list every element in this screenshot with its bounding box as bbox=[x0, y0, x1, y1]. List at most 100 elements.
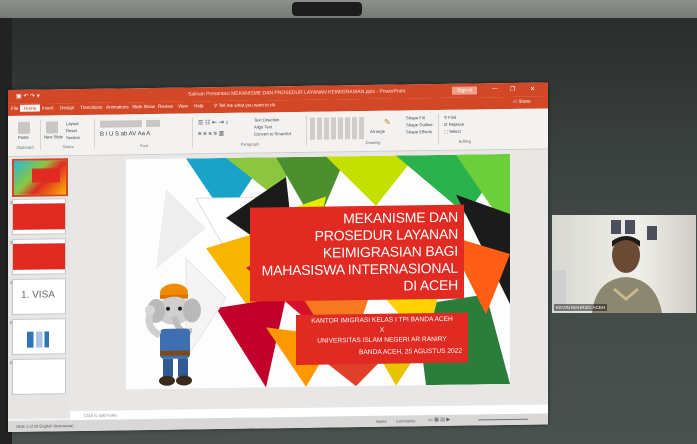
thumbnail-slide-2[interactable]: 2 bbox=[10, 198, 66, 235]
new-slide-icon[interactable] bbox=[46, 121, 58, 134]
shape-fill-button[interactable]: Shape Fill bbox=[406, 115, 425, 120]
thumbnail-image bbox=[13, 243, 65, 270]
select-label: Select bbox=[449, 128, 461, 134]
sign-in-button[interactable]: Sign in bbox=[452, 86, 478, 95]
slide-title-line-4: MAHASISWA INTERNASIONAL bbox=[261, 259, 458, 279]
editing-group: ⚲ Find ⇄ Replace ⬚ Select Editing bbox=[440, 113, 490, 144]
tab-file[interactable]: File bbox=[11, 106, 18, 111]
font-name-box[interactable] bbox=[100, 120, 142, 128]
slide-title-line-3: KEIMIGRASIAN BAGI bbox=[322, 242, 458, 261]
share-label: Share bbox=[518, 98, 531, 104]
quick-access-toolbar[interactable]: ▣ ↶ ↷ ▾ bbox=[16, 93, 40, 100]
drawing-group-label: Drawing bbox=[365, 139, 381, 146]
quick-styles-icon[interactable]: ✎ bbox=[384, 118, 391, 127]
font-group: B I U S ab AV Aa A Font bbox=[96, 117, 193, 149]
tab-help[interactable]: Help bbox=[194, 103, 203, 108]
thumbnail-title-box bbox=[32, 168, 60, 183]
align-text-button[interactable]: Align Text bbox=[254, 124, 272, 129]
font-format-buttons[interactable]: B I U S ab AV Aa A bbox=[100, 131, 150, 138]
subtitle-line-3: UNIVERSITAS ISLAM NEGERI AR RANIRY bbox=[317, 335, 447, 345]
layout-button[interactable]: Layout bbox=[66, 121, 79, 126]
paragraph-group: ☰ ☷ ⇤ ⇥ ↕ ≡ ≡ ≡ ≡ ▥ Text Direction Align… bbox=[194, 115, 307, 148]
view-buttons[interactable]: ▭ ▦ ▤ ▶ bbox=[428, 417, 450, 423]
thumbnail-number: 2 bbox=[10, 199, 13, 205]
find-label: Find bbox=[448, 114, 457, 120]
tab-review[interactable]: Review bbox=[158, 104, 173, 109]
tab-slide-show[interactable]: Slide Show bbox=[132, 104, 155, 109]
clipboard-group: Paste Clipboard bbox=[10, 119, 41, 150]
minimize-button[interactable]: — bbox=[492, 86, 498, 92]
shapes-gallery[interactable] bbox=[310, 117, 366, 140]
slide-canvas[interactable]: MEKANISME DAN PROSEDUR LAYANAN KEIMIGRAS… bbox=[126, 153, 510, 390]
font-group-label: Font bbox=[139, 143, 148, 149]
thumbnail-number: 4 bbox=[10, 279, 13, 285]
paragraph-group-label: Paragraph bbox=[240, 141, 260, 147]
text-direction-button[interactable]: Text Direction bbox=[254, 117, 279, 122]
elephant-mascot-image bbox=[145, 283, 201, 386]
tab-animations[interactable]: Animations bbox=[106, 104, 129, 109]
drawing-group: Arrange ✎ Shape Fill Shape Outline Shape… bbox=[308, 113, 439, 146]
powerpoint-window: ▣ ↶ ↷ ▾ Salinan Presentasi MEKANISME DAN… bbox=[8, 82, 548, 432]
close-button[interactable]: ✕ bbox=[530, 86, 535, 93]
participant-person bbox=[592, 236, 662, 313]
thumbnail-slide-5[interactable]: 5 bbox=[10, 318, 66, 355]
font-size-box[interactable] bbox=[146, 119, 160, 128]
share-button[interactable]: ⚇ Share bbox=[513, 99, 531, 105]
arrange-button[interactable]: Arrange bbox=[370, 129, 385, 134]
thumbnail-slide-6[interactable]: 6 bbox=[10, 358, 66, 395]
slide-title-line-5: DI ACEH bbox=[403, 276, 458, 294]
webcam bbox=[292, 2, 362, 16]
participant-video[interactable]: KEVIN MAHRIZA ACEH bbox=[552, 215, 696, 313]
slide-title-line-2: PROSEDUR LAYANAN bbox=[314, 225, 458, 244]
comments-toggle[interactable]: Comments bbox=[396, 418, 415, 423]
thumbnail-chart-icon bbox=[27, 331, 49, 348]
thumbnail-slide-3[interactable]: 3 bbox=[10, 238, 66, 275]
tab-home[interactable]: Home bbox=[20, 104, 41, 112]
subtitle-line-4: BANDA ACEH, 25 AGUSTUS 2022 bbox=[359, 347, 462, 357]
tab-transitions[interactable]: Transitions bbox=[80, 105, 102, 110]
find-button[interactable]: ⚲ Find bbox=[444, 115, 456, 120]
slide-thumbnail-panel[interactable]: 1 2 3 4 1. VISA 5 6 bbox=[8, 156, 70, 419]
smartart-button[interactable]: Convert to SmartArt bbox=[254, 131, 291, 137]
editing-group-label: Editing bbox=[458, 138, 472, 144]
thumbnail-number: 6 bbox=[10, 359, 13, 365]
slides-group-label: Slides bbox=[62, 144, 74, 150]
thumbnail-visa-text: 1. VISA bbox=[21, 289, 55, 301]
maximize-button[interactable]: ❐ bbox=[510, 86, 515, 93]
slide-subtitle-box[interactable]: KANTOR IMIGRASI KELAS I TPI BANDA ACEH X… bbox=[296, 312, 468, 365]
slide-title-line-1: MEKANISME DAN bbox=[343, 208, 458, 227]
notes-placeholder: Click to add notes bbox=[84, 412, 118, 418]
reset-button[interactable]: Reset bbox=[66, 128, 77, 133]
thumbnail-number: 5 bbox=[10, 319, 13, 325]
paste-icon[interactable] bbox=[18, 121, 30, 134]
thumbnail-image bbox=[13, 203, 65, 230]
slides-group: New Slide Layout Reset Section Slides bbox=[42, 118, 95, 150]
clipboard-group-label: Clipboard bbox=[16, 144, 34, 150]
align-buttons[interactable]: ≡ ≡ ≡ ≡ ▥ bbox=[198, 130, 224, 137]
replace-label: Replace bbox=[448, 121, 465, 127]
slide-editor[interactable]: MEKANISME DAN PROSEDUR LAYANAN KEIMIGRAS… bbox=[70, 149, 548, 419]
shape-effects-button[interactable]: Shape Effects bbox=[406, 129, 432, 134]
section-button[interactable]: Section bbox=[66, 135, 80, 140]
tab-view[interactable]: View bbox=[178, 103, 188, 108]
new-slide-button[interactable]: New Slide bbox=[44, 134, 63, 139]
thumbnail-number: 3 bbox=[10, 239, 13, 245]
tell-me-label: Tell me what you want to do bbox=[218, 102, 276, 109]
slide-title-box[interactable]: MEKANISME DAN PROSEDUR LAYANAN KEIMIGRAS… bbox=[250, 204, 464, 302]
replace-button[interactable]: ⇄ Replace bbox=[444, 122, 464, 127]
subtitle-line-2: X bbox=[379, 326, 385, 334]
subtitle-line-1: KANTOR IMIGRASI KELAS I TPI BANDA ACEH bbox=[311, 315, 453, 325]
thumbnail-slide-1[interactable]: 1 bbox=[11, 158, 68, 197]
paste-label[interactable]: Paste bbox=[18, 135, 29, 140]
select-button[interactable]: ⬚ Select bbox=[444, 129, 461, 134]
window-title: Salinan Presentasi MEKANISME DAN PROSEDU… bbox=[188, 88, 406, 98]
tell-me-search[interactable]: ⚲ Tell me what you want to do bbox=[214, 102, 275, 109]
list-buttons[interactable]: ☰ ☷ ⇤ ⇥ ↕ bbox=[198, 119, 228, 126]
thumbnail-number: 1 bbox=[11, 160, 14, 166]
shape-outline-button[interactable]: Shape Outline bbox=[406, 122, 433, 127]
notes-toggle[interactable]: Notes bbox=[376, 419, 386, 424]
thumbnail-slide-4[interactable]: 4 1. VISA bbox=[10, 278, 66, 315]
tab-design[interactable]: Design bbox=[60, 105, 74, 110]
tab-insert[interactable]: Insert bbox=[42, 105, 54, 110]
zoom-slider[interactable] bbox=[478, 418, 528, 421]
